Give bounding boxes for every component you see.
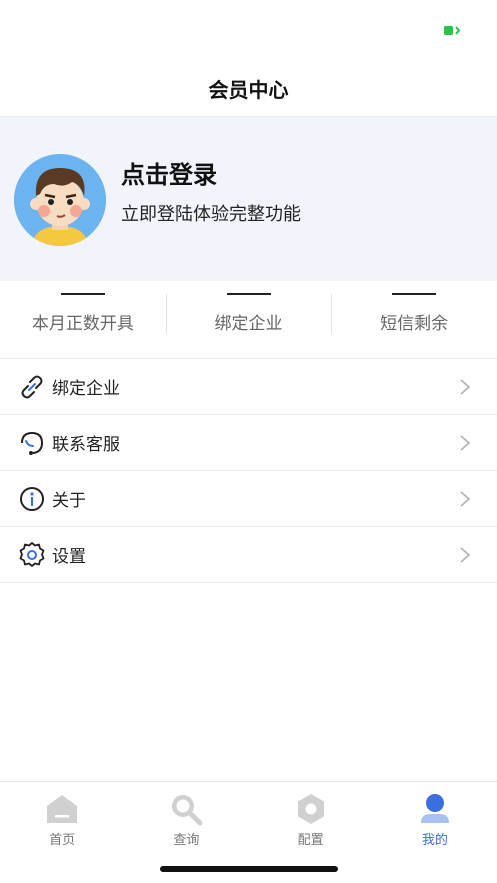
tab-label: 我的 bbox=[421, 833, 448, 848]
tab-mine[interactable]: 我的 bbox=[373, 782, 497, 883]
stat-value bbox=[60, 293, 105, 295]
battery-icon bbox=[444, 26, 461, 35]
tab-label: 查询 bbox=[173, 833, 200, 848]
menu-list: 绑定企业 联系客服 关于 设置 bbox=[0, 359, 497, 583]
gear-icon bbox=[18, 541, 46, 569]
stats-row: 本月正数开具 绑定企业 短信剩余 bbox=[0, 281, 497, 359]
chevron-right-icon bbox=[460, 491, 471, 507]
stat-value bbox=[392, 293, 437, 295]
chevron-right-icon bbox=[460, 435, 471, 451]
menu-item-about[interactable]: 关于 bbox=[0, 471, 497, 527]
info-icon bbox=[18, 485, 46, 513]
search-icon bbox=[172, 795, 203, 826]
divider bbox=[331, 294, 333, 334]
stat-label: 短信剩余 bbox=[380, 314, 449, 334]
tab-label: 首页 bbox=[49, 833, 76, 848]
stat-monthly-issued[interactable]: 本月正数开具 bbox=[0, 281, 166, 358]
divider bbox=[165, 294, 167, 334]
menu-label: 绑定企业 bbox=[52, 379, 120, 399]
menu-item-settings[interactable]: 设置 bbox=[0, 527, 497, 583]
stat-label: 本月正数开具 bbox=[31, 314, 134, 334]
menu-label: 关于 bbox=[52, 491, 86, 511]
menu-item-contact-support[interactable]: 联系客服 bbox=[0, 415, 497, 471]
menu-item-bind-company[interactable]: 绑定企业 bbox=[0, 359, 497, 415]
home-icon bbox=[47, 795, 78, 823]
status-bar bbox=[0, 0, 497, 60]
login-title[interactable]: 点击登录 bbox=[121, 155, 217, 190]
tab-home[interactable]: 首页 bbox=[0, 782, 124, 883]
headset-icon bbox=[18, 429, 46, 457]
login-subtitle: 立即登陆体验完整功能 bbox=[121, 204, 301, 225]
menu-label: 设置 bbox=[52, 547, 86, 567]
menu-label: 联系客服 bbox=[52, 435, 120, 455]
tab-label: 配置 bbox=[297, 833, 324, 848]
stat-label: 绑定企业 bbox=[214, 314, 283, 334]
profile-card[interactable]: 点击登录 立即登陆体验完整功能 bbox=[0, 116, 497, 281]
link-icon bbox=[18, 373, 46, 401]
stat-value bbox=[226, 293, 271, 295]
stat-bound-companies[interactable]: 绑定企业 bbox=[165, 281, 332, 358]
avatar[interactable] bbox=[14, 154, 106, 246]
home-indicator[interactable] bbox=[160, 866, 338, 872]
chevron-right-icon bbox=[460, 379, 471, 395]
config-icon bbox=[297, 794, 324, 824]
chevron-right-icon bbox=[460, 547, 471, 563]
stat-sms-remaining[interactable]: 短信剩余 bbox=[331, 281, 497, 358]
page-title: 会员中心 bbox=[208, 77, 289, 102]
user-icon bbox=[420, 794, 449, 823]
